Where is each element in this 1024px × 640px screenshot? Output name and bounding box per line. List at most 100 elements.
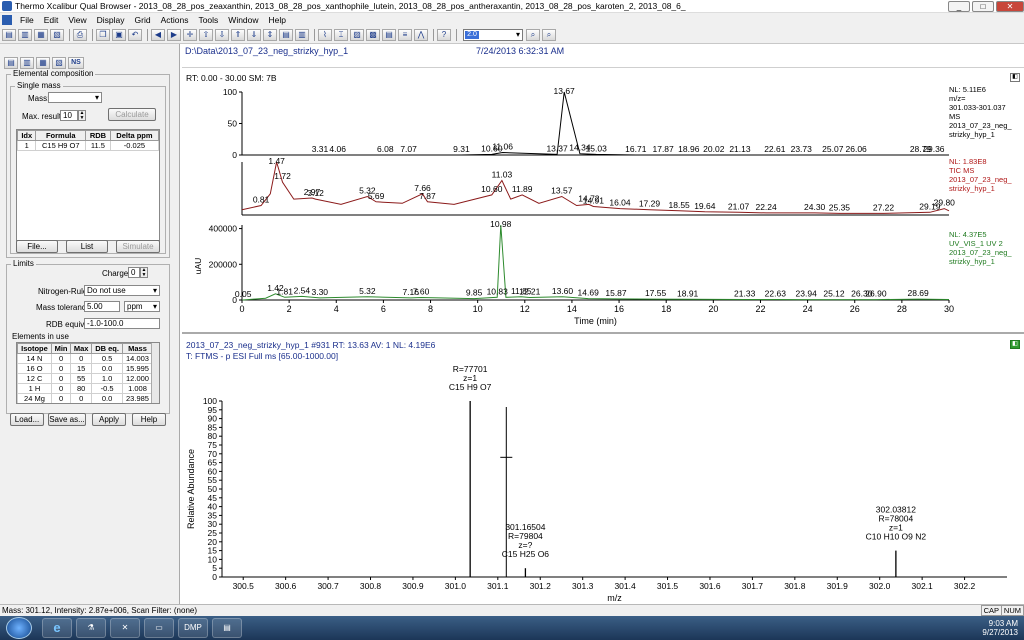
maximize-button[interactable]: □ (972, 0, 994, 12)
table-row[interactable]: 1 H 0 80 -0.5 1.008 (17, 383, 154, 394)
max-results-spinner[interactable]: ▲ ▼ (78, 110, 86, 121)
pane-pin-icon[interactable]: ◧ (1010, 73, 1020, 82)
table-row[interactable]: 24 Mg 0 0 0.0 23.985 (17, 393, 154, 403)
menu-tools[interactable]: Tools (193, 15, 223, 25)
close-button[interactable]: ✕ (996, 0, 1024, 12)
zoom-select[interactable]: 2.0 ▾ (463, 29, 523, 41)
pane-pin-icon[interactable]: ◧ (1010, 340, 1020, 349)
range-icon[interactable]: ▥ (295, 29, 309, 41)
open-icon[interactable]: ▤ (2, 29, 16, 41)
normalize-icon[interactable]: ▤ (279, 29, 293, 41)
table-row[interactable]: 12 C 0 55 1.0 12.000 (17, 373, 154, 384)
list-icon[interactable]: ≡ (398, 29, 412, 41)
chromatogram-icon[interactable]: ⌇ (318, 29, 332, 41)
start-button[interactable] (6, 617, 32, 639)
menu-view[interactable]: View (63, 15, 91, 25)
tool-icon[interactable]: ✕ (110, 618, 140, 638)
mass-tolerance-input[interactable]: 5.00 (84, 301, 120, 312)
y-tick-label: 50 (208, 484, 218, 494)
mass-tolerance-unit-select[interactable]: ppm ▾ (124, 301, 160, 312)
load-button[interactable]: Load... (10, 413, 44, 426)
y-tick-label: 60 (208, 466, 218, 476)
copy-icon[interactable]: ❐ (96, 29, 110, 41)
open-raw-icon[interactable]: ▥ (18, 29, 32, 41)
zoom-in-icon[interactable]: ⌕ (526, 29, 540, 41)
menu-grid[interactable]: Grid (130, 15, 156, 25)
menu-window[interactable]: Window (223, 15, 263, 25)
save-icon[interactable]: ▦ (34, 29, 48, 41)
tab-doc-icon[interactable]: ▤ (4, 57, 18, 69)
ranges-icon[interactable]: ▤ (382, 29, 396, 41)
menu-display[interactable]: Display (92, 15, 130, 25)
menu-edit[interactable]: Edit (39, 15, 64, 25)
tab-ns[interactable]: NS (68, 57, 84, 69)
layout-icon[interactable]: ▧ (50, 29, 64, 41)
peak-label: 17.55 (645, 288, 667, 298)
peak-icon[interactable]: ⋀ (414, 29, 428, 41)
qual-browser-task[interactable]: ▤ (212, 618, 242, 638)
undo-icon[interactable]: ↶ (128, 29, 142, 41)
trace1-info-line: MS (949, 112, 961, 121)
folder-icon[interactable]: ▭ (144, 618, 174, 638)
trace1-info-line: NL: 5.11E6 (949, 85, 986, 94)
tab-table-icon[interactable]: ▧ (52, 57, 66, 69)
mass-select[interactable]: ▾ (48, 92, 102, 103)
charge-spinner[interactable]: ▲ ▼ (140, 267, 148, 278)
menu-actions[interactable]: Actions (156, 15, 194, 25)
table-row[interactable]: 14 N 0 0 0.5 14.003 (17, 353, 154, 364)
tab-list-icon[interactable]: ▥ (20, 57, 34, 69)
scan-header-icon[interactable]: ▩ (366, 29, 380, 41)
calculate-button[interactable]: Calculate (108, 108, 156, 121)
nitrogen-rule-select[interactable]: Do not use ▾ (84, 285, 160, 296)
up-zoom-icon[interactable]: ⇑ (231, 29, 245, 41)
help-icon[interactable]: ? (437, 29, 451, 41)
y-tick-label: 45 (208, 493, 218, 503)
trace2-info-line: 2013_07_23_neg_ (949, 175, 1012, 184)
spectrum-pane[interactable]: 2013_07_23_neg_strizky_hyp_1 #931 RT: 13… (182, 336, 1024, 604)
clock-date[interactable]: 9/27/2013 (914, 628, 1018, 637)
y-tick-label: 85 (208, 422, 218, 432)
y-tick-label: 20 (208, 537, 218, 547)
rdb-input[interactable]: -1.0-100.0 (84, 318, 160, 329)
clock-time[interactable]: 9:03 AM (914, 619, 1018, 628)
expand-icon[interactable]: ⇕ (263, 29, 277, 41)
ie-icon[interactable]: e (42, 618, 72, 638)
map-icon[interactable]: ▨ (350, 29, 364, 41)
up-arrow-icon[interactable]: ⇧ (199, 29, 213, 41)
print-icon[interactable]: ⎙ (73, 29, 87, 41)
zoom-out-icon[interactable]: ⌕ (542, 29, 556, 41)
table-row[interactable]: 1 C15 H9 O7 11.5 -0.025 (16, 140, 160, 151)
minimize-button[interactable]: _ (948, 0, 970, 12)
simulate-button[interactable]: Simulate (116, 240, 160, 253)
elements-cell: 16 O (17, 363, 52, 374)
tab-grid-icon[interactable]: ▦ (36, 57, 50, 69)
dmp-app[interactable]: DMP (178, 618, 208, 638)
table-row[interactable]: 16 O 0 15 0.0 15.995 (17, 363, 154, 374)
list-button[interactable]: List (66, 240, 108, 253)
down-zoom-icon[interactable]: ⇓ (247, 29, 261, 41)
menu-help[interactable]: Help (264, 15, 291, 25)
peak-label: 26.06 (846, 144, 868, 154)
save-as-button[interactable]: Save as... (48, 413, 86, 426)
x-tick-label: 300.6 (275, 581, 297, 591)
elements-header: Max (70, 343, 93, 354)
peak-label: 25.35 (829, 202, 851, 212)
chromatogram-pane[interactable]: D:\Data\2013_07_23_neg_strizky_hyp_1 7/2… (182, 44, 1024, 334)
left-arrow-icon[interactable]: ◀ (151, 29, 165, 41)
max-results-input[interactable]: 10 (60, 110, 78, 121)
paste-icon[interactable]: ▣ (112, 29, 126, 41)
spectrum-icon[interactable]: ⌶ (334, 29, 348, 41)
peak-label: 18.96 (678, 144, 700, 154)
menu-file[interactable]: File (15, 15, 39, 25)
taskbar: e ⚗ ✕ ▭ DMP ▤ 9:03 AM 9/27/2013 (0, 616, 1024, 640)
right-arrow-icon[interactable]: ▶ (167, 29, 181, 41)
fit-icon[interactable]: ✛ (183, 29, 197, 41)
down-arrow-icon[interactable]: ⇩ (215, 29, 229, 41)
charge-input[interactable]: 0 (128, 267, 140, 278)
file-button[interactable]: File... (16, 240, 58, 253)
status-text: Mass: 301.12, Intensity: 2.87e+006, Scan… (2, 606, 197, 615)
help-button[interactable]: Help (132, 413, 166, 426)
xcalibur-icon[interactable]: ⚗ (76, 618, 106, 638)
apply-button[interactable]: Apply (92, 413, 126, 426)
elements-scrollbar[interactable] (151, 343, 159, 403)
